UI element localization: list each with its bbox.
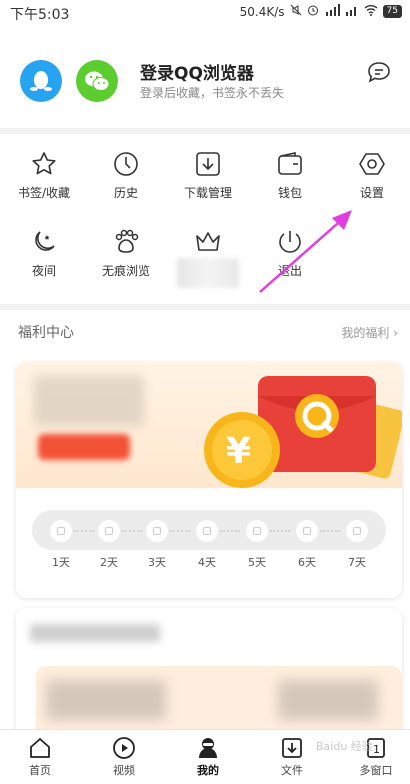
blurred-banner-button[interactable] — [38, 434, 130, 460]
nav-files[interactable]: 文件 — [262, 736, 322, 778]
clock-icon — [114, 152, 138, 176]
grid-item-downloads[interactable]: 下载管理 — [168, 150, 248, 201]
grid-item-vip[interactable] — [168, 228, 248, 256]
red-packet-illustration: % ¥ — [204, 376, 402, 488]
day-dot-1 — [50, 520, 72, 542]
wifi-icon — [364, 4, 378, 19]
wechat-icon — [85, 71, 110, 91]
wallet-icon — [278, 152, 302, 175]
grid-item-label: 下载管理 — [183, 186, 232, 200]
grid-item-wallet[interactable]: 钱包 — [250, 150, 330, 201]
signal-icon — [345, 4, 359, 19]
wechat-login-button[interactable] — [76, 60, 118, 102]
svg-text:1: 1 — [373, 743, 380, 756]
day-dot-3 — [146, 520, 168, 542]
nav-home[interactable]: 首页 — [10, 736, 70, 778]
status-bar: 下午5:03 50.4K/s 75 — [0, 0, 410, 26]
grid-item-label: 设置 — [359, 186, 384, 200]
grid-item-label: 夜间 — [31, 264, 56, 278]
blurred-label — [177, 258, 239, 288]
day-label: 3天 — [148, 556, 166, 569]
file-download-icon — [282, 738, 302, 758]
day-label: 5天 — [248, 556, 266, 569]
dash — [320, 530, 340, 532]
qq-login-button[interactable] — [20, 60, 62, 102]
nav-label: 多窗口 — [359, 764, 393, 777]
day-label: 2天 — [100, 556, 118, 569]
day-label: 7天 — [348, 556, 366, 569]
nav-label: 文件 — [281, 764, 303, 777]
grid-item-night-mode[interactable]: 夜间 — [4, 228, 84, 279]
blurred-task-text — [278, 680, 378, 720]
qq-penguin-icon — [30, 71, 52, 91]
download-icon — [196, 152, 220, 176]
nav-label: 首页 — [29, 764, 51, 777]
blurred-card-title — [30, 624, 160, 642]
dash — [170, 530, 190, 532]
status-time: 下午5:03 — [10, 7, 70, 23]
nav-me[interactable]: 我的 — [178, 736, 238, 778]
paw-icon — [115, 229, 139, 253]
login-subtitle: 登录后收藏，书签永不丢失 — [140, 86, 285, 100]
login-title[interactable]: 登录QQ浏览器 — [140, 59, 254, 84]
day-dot-2 — [98, 520, 120, 542]
grid-item-incognito[interactable]: 无痕浏览 — [86, 228, 166, 279]
nav-label: 视频 — [113, 764, 135, 777]
checkin-card[interactable]: % ¥ 1天 2天 3天 4天 5天 6天 7天 — [16, 362, 402, 598]
blurred-banner-text — [34, 376, 144, 426]
day-label: 1天 — [52, 556, 70, 569]
dash — [220, 530, 240, 532]
home-icon — [30, 738, 50, 758]
grid-item-label: 书签/收藏 — [17, 186, 71, 200]
welfare-section: 福利中心 我的福利 › % ¥ 1天 — [0, 310, 410, 748]
tasks-card — [16, 608, 402, 748]
grid-item-history[interactable]: 历史 — [86, 150, 166, 201]
alarm-icon — [307, 4, 319, 19]
video-play-icon — [113, 737, 135, 759]
grid-item-settings[interactable]: 设置 — [332, 150, 410, 201]
grid-item-bookmarks[interactable]: 书签/收藏 — [4, 150, 84, 201]
network-speed: 50.4K/s — [239, 4, 285, 19]
annotation-arrow — [259, 210, 352, 293]
message-icon[interactable] — [366, 60, 392, 88]
blurred-task-text — [46, 680, 166, 720]
day-dot-6 — [296, 520, 318, 542]
dash — [74, 530, 94, 532]
my-welfare-link[interactable]: 我的福利 › — [341, 324, 398, 341]
welfare-title: 福利中心 — [18, 325, 74, 341]
crown-icon — [196, 232, 220, 251]
dash — [270, 530, 290, 532]
status-right: 50.4K/s 75 — [240, 4, 402, 19]
star-icon — [32, 152, 56, 175]
signal-hd-icon — [324, 4, 340, 19]
grid-item-label: 无痕浏览 — [101, 264, 150, 278]
battery-icon: 75 — [382, 5, 402, 18]
baidu-watermark: Baidu 经验 — [316, 740, 373, 753]
mute-icon — [290, 4, 302, 19]
profile-icon — [199, 738, 217, 758]
day-dot-4 — [196, 520, 218, 542]
day-label: 6天 — [298, 556, 316, 569]
day-dot-5 — [246, 520, 268, 542]
gear-hexagon-icon — [359, 153, 385, 175]
moon-icon — [35, 231, 55, 251]
login-header: 登录QQ浏览器 登录后收藏，书签永不丢失 — [0, 26, 410, 128]
nav-label: 我的 — [197, 764, 219, 777]
dash — [122, 530, 142, 532]
day-dot-7 — [346, 520, 368, 542]
day-label: 4天 — [198, 556, 216, 569]
grid-item-label: 历史 — [113, 186, 138, 200]
grid-item-label: 钱包 — [277, 186, 302, 200]
svg-text:¥: ¥ — [226, 431, 251, 472]
nav-video[interactable]: 视频 — [94, 736, 154, 778]
